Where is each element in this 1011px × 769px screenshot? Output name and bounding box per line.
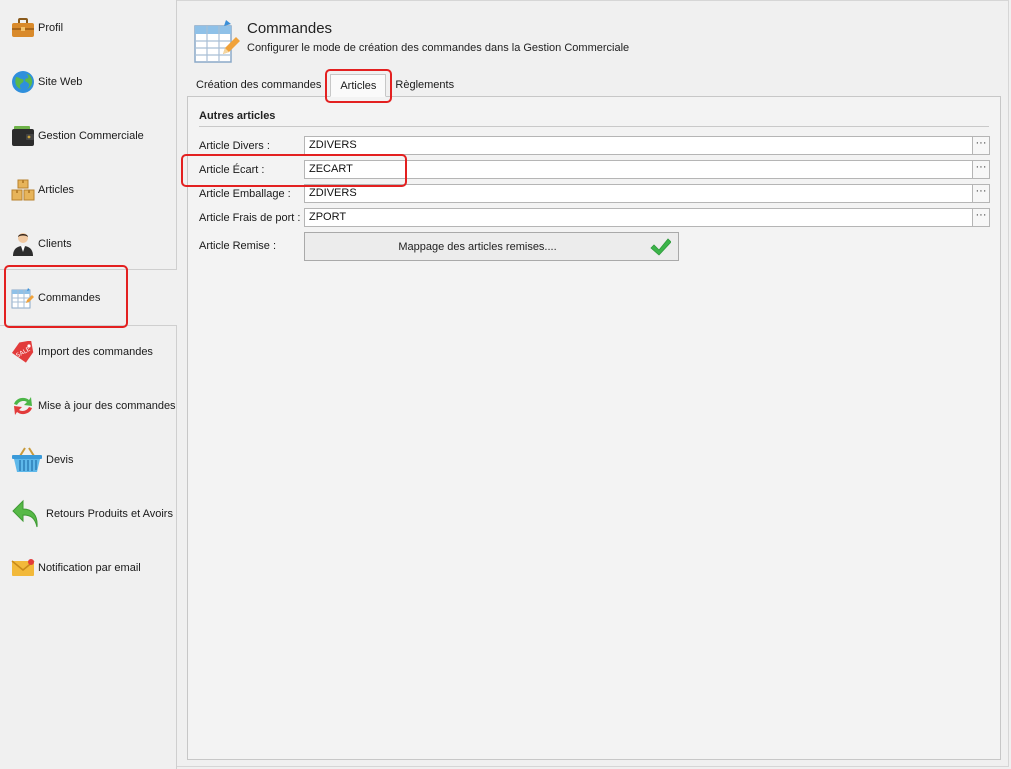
sidebar-item-gestion-commerciale[interactable]: Gestion Commerciale (0, 109, 177, 163)
article-frais-de-port-browse-button[interactable]: ··· (972, 209, 989, 226)
wallet-icon (10, 123, 36, 149)
page-subtitle: Configurer le mode de création des comma… (247, 42, 630, 54)
group-divider (199, 126, 989, 127)
sidebar-item-articles[interactable]: Articles (0, 163, 177, 217)
sidebar-item-label: Notification par email (38, 562, 141, 574)
tab-reglements[interactable]: Règlements (386, 74, 463, 97)
article-ecart-label: Article Écart : (199, 164, 265, 176)
tab-creation-des-commandes[interactable]: Création des commandes (187, 74, 330, 97)
sidebar-item-label: Commandes (38, 292, 101, 304)
sidebar-item-label: Mise à jour des commandes (38, 400, 176, 412)
sidebar-item-label: Gestion Commerciale (38, 130, 144, 142)
page-title: Commandes (247, 20, 333, 37)
sidebar-item-clients[interactable]: Clients (0, 217, 177, 271)
mappage-articles-remises-button[interactable]: Mappage des articles remises.... (304, 232, 679, 261)
article-emballage-field: ZDIVERS ··· (304, 184, 990, 203)
sidebar-item-site-web[interactable]: Site Web (0, 55, 177, 109)
article-remise-label: Article Remise : (199, 240, 277, 252)
sidebar-item-import-des-commandes[interactable]: SALE Import des commandes (0, 325, 177, 379)
boxes-icon (10, 177, 36, 203)
tab-content-articles: Autres articles Article Divers : ZDIVERS… (187, 96, 1001, 760)
article-frais-de-port-input[interactable]: ZPORT (305, 209, 972, 226)
sidebar-item-label: Site Web (38, 76, 83, 88)
sidebar-item-label: Import des commandes (38, 346, 153, 358)
article-ecart-input[interactable]: ZECART (305, 161, 972, 178)
mappage-button-label: Mappage des articles remises.... (398, 241, 557, 253)
sidebar-item-label: Articles (38, 184, 75, 196)
sidebar-item-label: Profil (38, 22, 64, 34)
sidebar-item-mise-a-jour-des-commandes[interactable]: Mise à jour des commandes (0, 379, 177, 433)
article-ecart-browse-button[interactable]: ··· (972, 161, 989, 178)
refresh-arrows-icon (10, 393, 36, 419)
article-divers-field: ZDIVERS ··· (304, 136, 990, 155)
envelope-icon (10, 555, 36, 581)
article-frais-de-port-field: ZPORT ··· (304, 208, 990, 227)
sidebar-item-label: Retours Produits et Avoirs (46, 508, 173, 520)
sidebar-item-profil[interactable]: Profil (0, 1, 177, 55)
sidebar-item-label: Devis (46, 454, 74, 466)
article-ecart-field: ZECART ··· (304, 160, 990, 179)
sidebar-item-label: Clients (38, 238, 72, 250)
article-emballage-input[interactable]: ZDIVERS (305, 185, 972, 202)
article-divers-input[interactable]: ZDIVERS (305, 137, 972, 154)
sidebar-item-devis[interactable]: Devis (0, 433, 177, 487)
sidebar-item-notification-par-email[interactable]: Notification par email (0, 541, 177, 595)
article-divers-label: Article Divers : (199, 140, 270, 152)
group-title: Autres articles (199, 110, 276, 122)
main-panel: Commandes Configurer le mode de création… (177, 0, 1011, 769)
article-frais-de-port-label: Article Frais de port : (199, 212, 301, 224)
spreadsheet-icon (193, 18, 241, 66)
article-divers-browse-button[interactable]: ··· (972, 137, 989, 154)
article-emballage-label: Article Emballage : (199, 188, 291, 200)
checkmark-icon (649, 236, 672, 258)
spreadsheet-icon (10, 285, 36, 311)
sidebar: Profil Site Web Gestion Commerciale Arti… (0, 0, 177, 769)
tab-articles[interactable]: Articles (330, 74, 387, 97)
tab-bar: Création des commandes Articles Règlemen… (187, 74, 463, 97)
return-arrow-icon (10, 499, 44, 528)
briefcase-icon (10, 15, 36, 41)
user-icon (10, 231, 36, 257)
globe-icon (10, 69, 36, 95)
sidebar-item-retours-produits-et-avoirs[interactable]: Retours Produits et Avoirs (0, 487, 177, 541)
sidebar-item-commandes[interactable]: Commandes (0, 271, 177, 325)
article-emballage-browse-button[interactable]: ··· (972, 185, 989, 202)
basket-icon (10, 447, 44, 473)
sale-tag-icon: SALE (10, 339, 36, 365)
